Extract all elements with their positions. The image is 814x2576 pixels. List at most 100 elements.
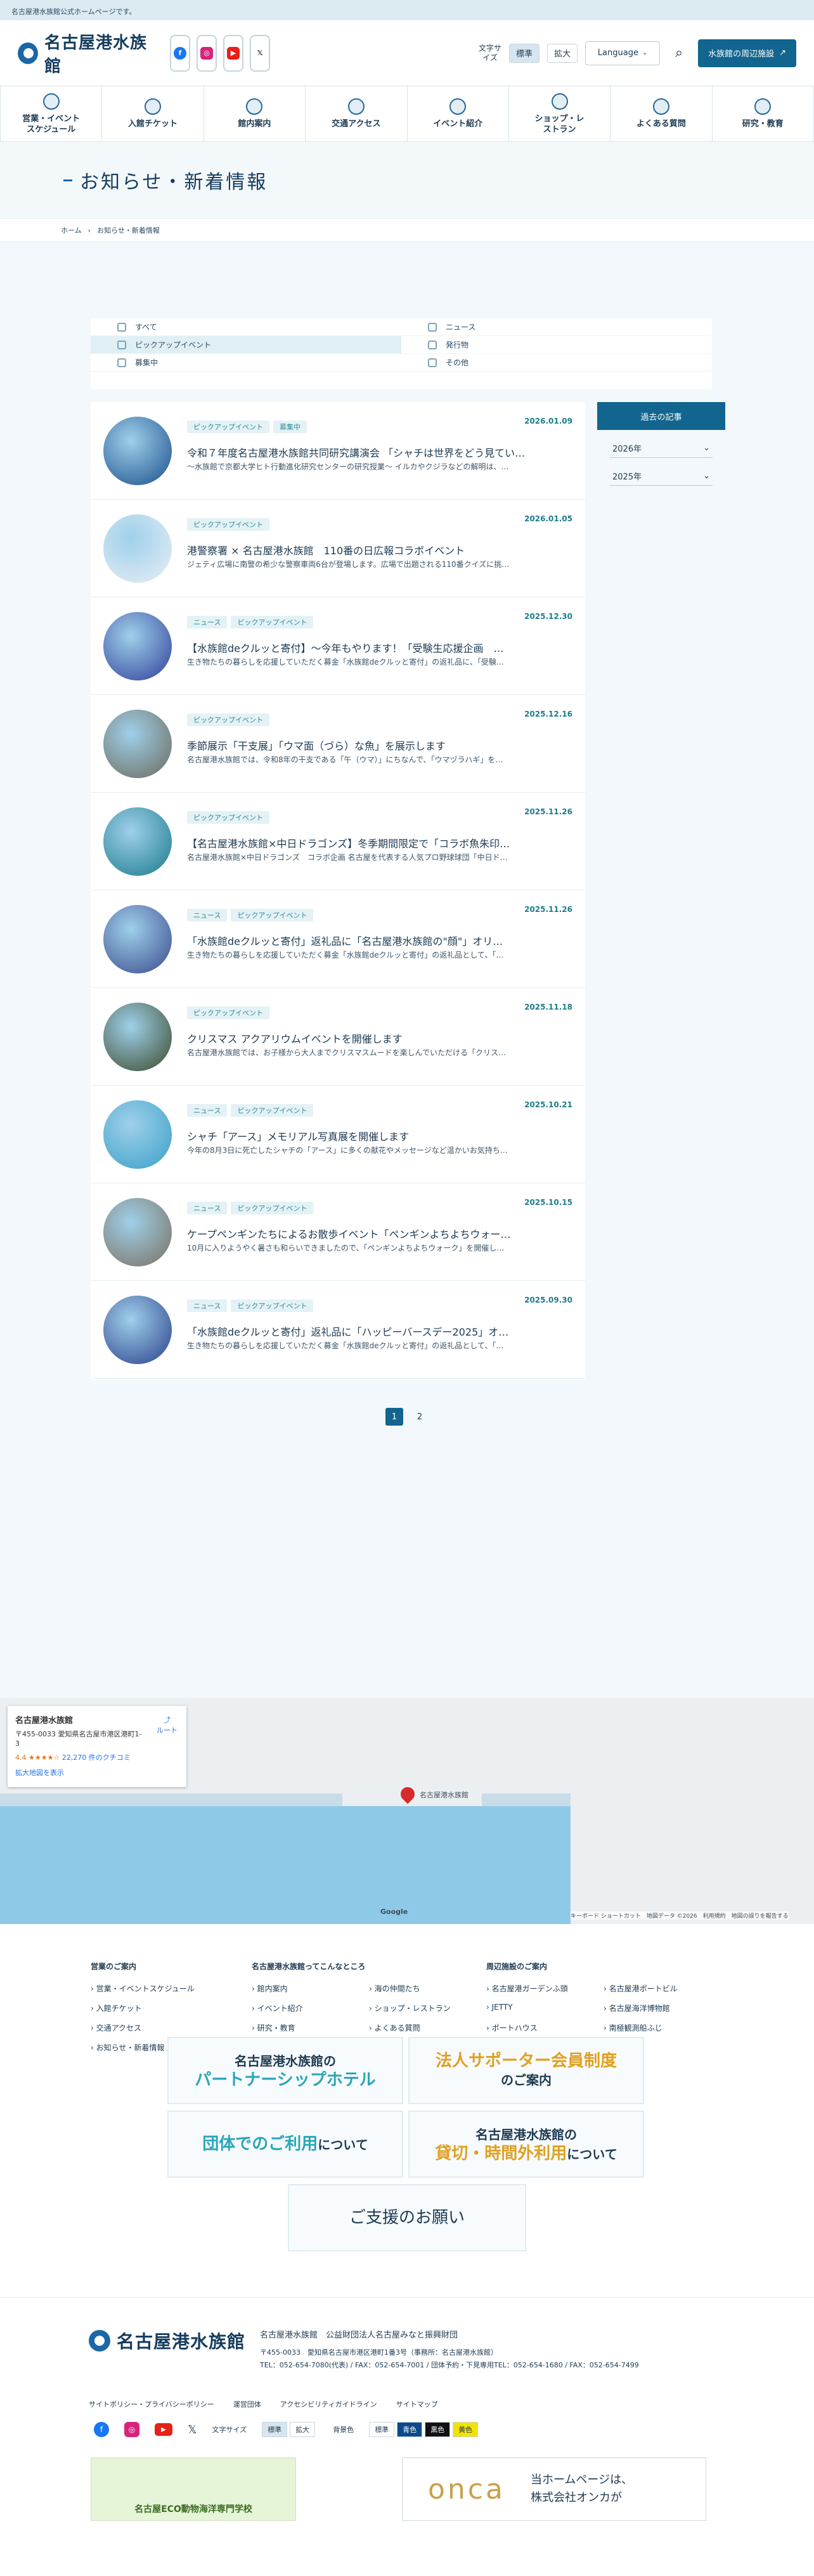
page-2[interactable]: 2 [411, 1408, 429, 1426]
year-label: 2025年 [612, 472, 642, 482]
onca-banner[interactable]: onca 当ホームページは、 株式会社オンカが [402, 2457, 706, 2521]
filter-news[interactable]: ニュース [401, 318, 712, 336]
banner-text: について [567, 2146, 617, 2162]
google-map[interactable]: 名古屋港水族館 Google キーボード ショートカット 地図データ ©2026… [0, 1698, 814, 1924]
news-title[interactable]: 季節展示「干支展」「ウマ面（づら）な魚」を展示します [187, 738, 580, 753]
youtube-link[interactable]: ▶ [223, 34, 243, 72]
news-item[interactable]: 2025.10.21 ニュース ピックアップイベント シャチ「アース」メモリアル写真展… [91, 1086, 585, 1183]
year-2026-select[interactable]: 2026年 ⌄ [610, 439, 713, 458]
news-thumbnail [103, 1197, 172, 1266]
filter-recruiting[interactable]: 募集中 [91, 354, 401, 372]
bg-black-button[interactable]: 黒色 [425, 2422, 451, 2437]
footer-col-heading: 周辺施設のご案内 [486, 1962, 548, 1971]
bg-standard-button[interactable]: 標準 [369, 2422, 395, 2437]
news-tag: ニュース [187, 1201, 228, 1214]
footer-link[interactable]: › 交通アクセス [91, 2022, 252, 2033]
enlarge-map-link[interactable]: 拡大地図を表示 [15, 1767, 179, 1778]
footer-link[interactable]: サイトマップ [396, 2399, 438, 2409]
route-button[interactable]: ⤴ ルート [157, 1715, 178, 1735]
news-title[interactable]: シャチ「アース」メモリアル写真展を開催します [187, 1128, 580, 1143]
footer-link[interactable]: › よくある質問 [369, 2022, 486, 2033]
news-title[interactable]: 「水族館deクルッと寄付」返礼品に「ハッピーバースデー2025」オ… [187, 1324, 580, 1339]
news-item[interactable]: 2026.01.05 ピックアップイベント 港警察署 × 名古屋港水族館 110番の… [91, 500, 585, 597]
news-item[interactable]: 2025.11.18 ピックアップイベント クリスマス アクアリウムイベントを開催し… [91, 988, 585, 1086]
instagram-link[interactable]: ◎ [197, 34, 217, 72]
news-item[interactable]: 2025.09.30 ニュース ピックアップイベント 「水族館deクルッと寄付」返礼品… [91, 1281, 585, 1379]
news-title[interactable]: 令和７年度名古屋港水族館共同研究講演会 「シャチは世界をどう見てい… [187, 445, 580, 460]
news-title[interactable]: 港警察署 × 名古屋港水族館 110番の日広報コラボイベント [187, 542, 580, 557]
donation-banner[interactable]: ご支援のお願い [288, 2184, 526, 2251]
filter-all[interactable]: すべて [91, 318, 401, 336]
site-logo[interactable]: 名古屋港水族館 [18, 30, 157, 77]
map-sea [0, 1806, 571, 1924]
news-title[interactable]: 【名古屋港水族館×中日ドラゴンズ】冬季期間限定で「コラボ魚朱印… [187, 835, 580, 850]
news-title[interactable]: ケープペンギンたちによるお散歩イベント「ペンギンよちよちウォー… [187, 1226, 580, 1241]
corporate-supporter-banner[interactable]: 法人サポーター会員制度 のご案内 [408, 2037, 644, 2104]
footer-link[interactable]: › 営業・イベントスケジュール [91, 1983, 252, 1994]
footer-link[interactable]: › 南極観測船ふじ [604, 2022, 721, 2033]
news-title[interactable]: 「水族館deクルッと寄付」返礼品に「名古屋港水族館の"顔"」オリ… [187, 933, 580, 948]
nav-shop[interactable]: ショップ・レストラン [509, 86, 611, 141]
font-standard-button[interactable]: 標準 [262, 2422, 288, 2437]
nav-events[interactable]: イベント紹介 [408, 86, 509, 141]
partnership-hotel-banner[interactable]: 名古屋港水族館の パートナーシップホテル [167, 2037, 403, 2104]
nav-floor-guide[interactable]: 館内案内 [204, 86, 306, 141]
footer-link[interactable]: › ポートハウス [486, 2022, 604, 2033]
news-item[interactable]: 2025.11.26 ピックアップイベント 【名古屋港水族館×中日ドラゴンズ】冬季期… [91, 793, 585, 890]
font-standard-button[interactable]: 標準 [509, 43, 540, 63]
news-item[interactable]: 2025.11.26 ニュース ピックアップイベント 「水族館deクルッと寄付」返礼品… [91, 890, 585, 988]
footer-link[interactable]: サイトポリシー・プライバシーポリシー [89, 2399, 214, 2409]
youtube-icon[interactable]: ▶ [155, 2423, 172, 2436]
nav-research[interactable]: 研究・教育 [713, 86, 814, 141]
nav-faq[interactable]: よくある質問 [610, 86, 713, 141]
eco-school-banner[interactable]: 名古屋ECO動物海洋専門学校 [91, 2457, 296, 2521]
group-use-banner[interactable]: 団体でのご利用について [167, 2111, 403, 2178]
footer-link[interactable]: › ショップ・レストラン [369, 2003, 486, 2013]
font-large-button[interactable]: 拡大 [547, 43, 578, 63]
nav-access[interactable]: 交通アクセス [306, 86, 408, 141]
facility-button[interactable]: 水族館の周辺施設 ↗ [698, 39, 796, 67]
footer-link[interactable]: › 名古屋海洋博物館 [604, 2003, 721, 2013]
footer-link[interactable]: › 海の仲間たち [369, 1983, 486, 1994]
footer-logo[interactable]: 名古屋港水族館 [89, 2328, 245, 2353]
language-select[interactable]: Language ⌄ [585, 41, 661, 65]
footer-link[interactable]: › 館内案内 [252, 1983, 369, 1994]
private-rental-banner[interactable]: 名古屋港水族館の 貸切・時間外利用について [408, 2111, 644, 2178]
footer-link[interactable]: › 名古屋港ポートビル [604, 1983, 721, 1994]
footer-link[interactable]: › 名古屋港ガーデンふ頭 [486, 1983, 604, 1994]
instagram-icon[interactable]: ◎ [124, 2422, 139, 2437]
news-title[interactable]: 【水族館deクルッと寄付】～今年もやります！「受験生応援企画 … [187, 640, 580, 655]
x-icon[interactable]: 𝕏 [188, 2423, 197, 2436]
year-2025-select[interactable]: 2025年 ⌄ [610, 467, 713, 486]
footer-link[interactable]: › 研究・教育 [252, 2022, 369, 2033]
news-item[interactable]: 2025.12.30 ニュース ピックアップイベント 【水族館deクルッと寄付】～今年… [91, 597, 585, 695]
footer-link[interactable]: 運営団体 [233, 2399, 261, 2409]
news-item[interactable]: 2025.10.15 ニュース ピックアップイベント ケープペンギンたちによるお散歩イ… [91, 1183, 585, 1281]
footer-link[interactable]: アクセシビリティガイドライン [280, 2399, 377, 2409]
footer-link[interactable]: › イベント紹介 [252, 2003, 369, 2013]
x-link[interactable]: 𝕏 [250, 34, 270, 72]
facebook-link[interactable]: f [170, 34, 190, 72]
bg-yellow-button[interactable]: 黄色 [453, 2422, 479, 2437]
font-large-button[interactable]: 拡大 [290, 2422, 316, 2437]
page-title: お知らせ・新着情報 [80, 171, 268, 193]
news-item[interactable]: 2026.01.09 ピックアップイベント 募集中 令和７年度名古屋港水族館共同研究講… [91, 402, 585, 500]
news-title[interactable]: クリスマス アクアリウムイベントを開催します [187, 1031, 580, 1046]
nav-ticket[interactable]: 入館チケット [102, 86, 204, 141]
footer-link[interactable]: › 入館チケット [91, 2003, 252, 2013]
news-item[interactable]: 2025.12.16 ピックアップイベント 季節展示「干支展」「ウマ面（づら）な魚」… [91, 695, 585, 793]
filter-publications[interactable]: 発行物 [401, 336, 712, 354]
reviews-link[interactable]: 22,270 件のクチコミ [62, 1753, 131, 1762]
page-1[interactable]: 1 [385, 1408, 403, 1426]
chevron-right-icon: › [369, 2004, 375, 2013]
search-button[interactable]: ⌕ [668, 42, 690, 65]
footer-link[interactable]: › JETTY [486, 2003, 604, 2013]
nav-schedule[interactable]: 営業・イベントスケジュール [0, 86, 103, 141]
filter-pickup[interactable]: ピックアップイベント [91, 336, 401, 354]
news-date: 2025.12.16 [524, 709, 572, 719]
filter-other[interactable]: その他 [401, 354, 712, 372]
filter-label: その他 [446, 358, 469, 367]
facebook-icon[interactable]: f [94, 2422, 109, 2437]
bg-blue-button[interactable]: 青色 [397, 2422, 423, 2437]
breadcrumb-home[interactable]: ホーム [61, 225, 82, 235]
